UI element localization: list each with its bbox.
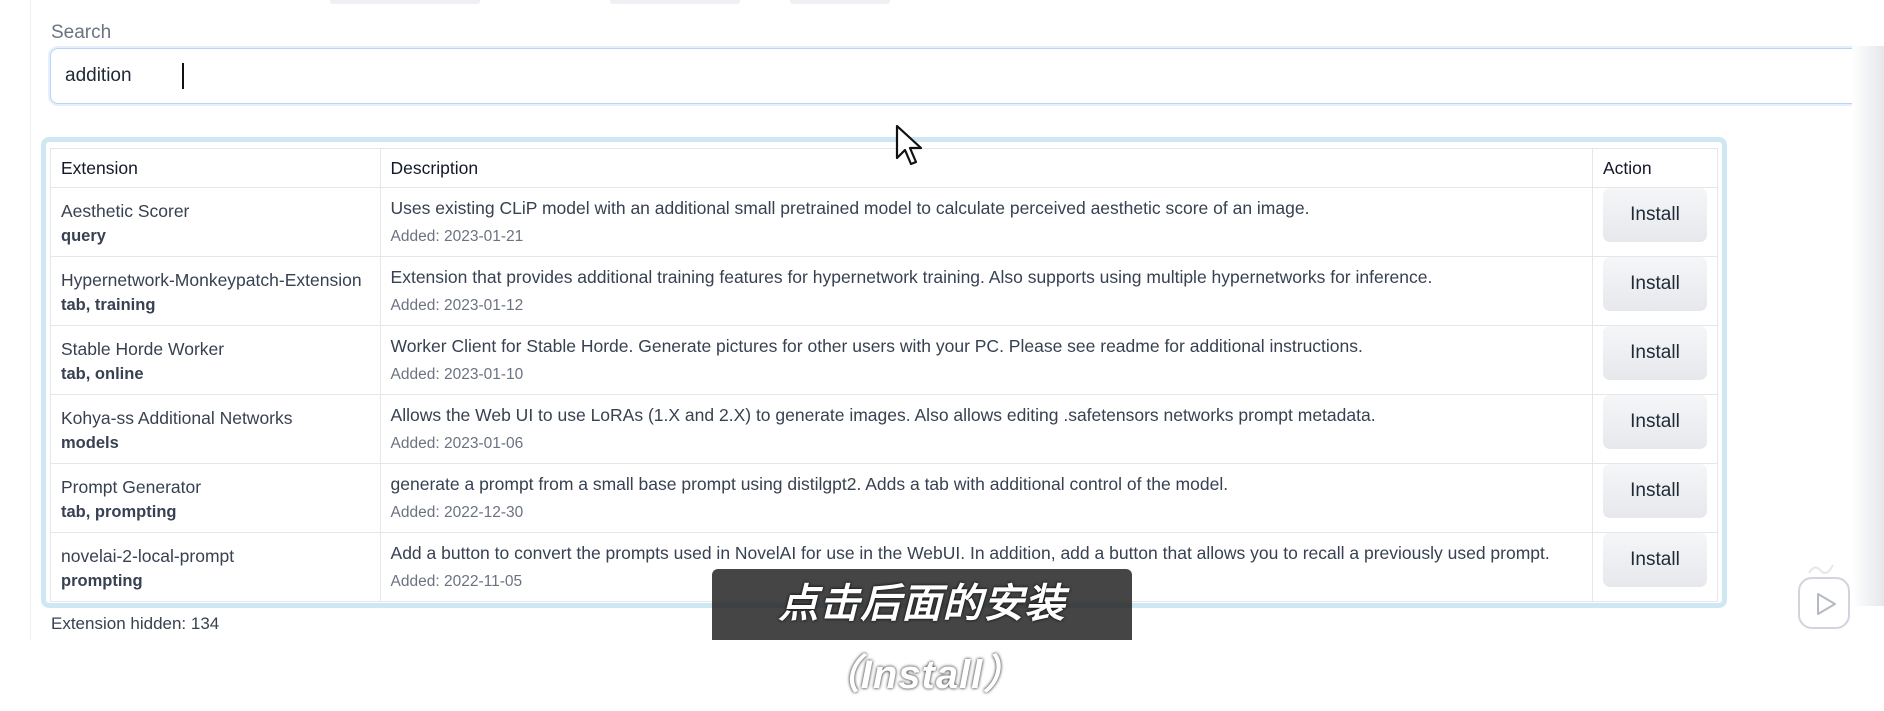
action-cell: Install: [1591, 256, 1719, 326]
added-date: Added: 2023-01-06: [390, 435, 524, 452]
video-subtitle: 点击后面的安装（Install）: [712, 569, 1132, 697]
extension-cell: Stable Horde Worker tab, online: [50, 325, 381, 395]
extension-cell: Prompt Generator tab, prompting: [50, 463, 381, 533]
install-button[interactable]: Install: [1602, 326, 1707, 380]
install-button[interactable]: Install: [1602, 464, 1707, 518]
top-tab-remnant: [610, 0, 740, 4]
install-button[interactable]: Install: [1602, 188, 1707, 242]
table-row: Prompt Generator tab, prompting generate…: [50, 463, 1719, 533]
play-button[interactable]: [1798, 577, 1850, 629]
added-date: Added: 2023-01-12: [390, 297, 524, 314]
top-tab-remnant: [330, 0, 480, 4]
description-cell: Extension that provides additional train…: [379, 256, 1593, 326]
description-cell: Allows the Web UI to use LoRAs (1.X and …: [379, 394, 1593, 464]
extension-name[interactable]: Aesthetic Scorer: [61, 201, 370, 222]
description-cell: generate a prompt from a small base prom…: [379, 463, 1593, 533]
extension-name[interactable]: Hypernetwork-Monkeypatch-Extension: [61, 270, 370, 291]
extension-description: Extension that provides additional train…: [390, 267, 1433, 287]
install-button[interactable]: Install: [1602, 533, 1707, 587]
extension-description: Worker Client for Stable Horde. Generate…: [390, 336, 1363, 356]
header-extension: Extension: [50, 148, 381, 188]
extension-description: generate a prompt from a small base prom…: [390, 474, 1229, 494]
extension-cell: Aesthetic Scorer query: [50, 187, 381, 257]
extension-cell: Hypernetwork-Monkeypatch-Extension tab, …: [50, 256, 381, 326]
extension-name[interactable]: novelai-2-local-prompt: [61, 546, 370, 567]
hidden-extensions-count: Extension hidden: 134: [51, 614, 220, 633]
right-edge-scroll-area: [1852, 46, 1884, 606]
extension-tags: prompting: [61, 572, 143, 590]
extension-description: Add a button to convert the prompts used…: [390, 543, 1550, 563]
action-cell: Install: [1591, 394, 1719, 464]
table-row: Stable Horde Worker tab, online Worker C…: [50, 325, 1719, 395]
extension-tags: tab, training: [61, 296, 156, 314]
install-button[interactable]: Install: [1602, 257, 1707, 311]
play-icon: [1817, 593, 1836, 615]
action-cell: Install: [1591, 532, 1719, 602]
added-date: Added: 2022-12-30: [390, 504, 524, 521]
description-cell: Uses existing CLiP model with an additio…: [379, 187, 1593, 257]
action-cell: Install: [1591, 463, 1719, 533]
extension-cell: novelai-2-local-prompt prompting: [50, 532, 381, 602]
text-caret: [182, 63, 184, 89]
header-description: Description: [379, 148, 1593, 188]
extension-cell: Kohya-ss Additional Networks models: [50, 394, 381, 464]
extension-name[interactable]: Stable Horde Worker: [61, 339, 370, 360]
decor-squiggle-icon: [1808, 564, 1834, 574]
added-date: Added: 2023-01-21: [390, 228, 524, 245]
table-row: Kohya-ss Additional Networks models Allo…: [50, 394, 1719, 464]
search-box[interactable]: [50, 48, 1884, 104]
added-date: Added: 2023-01-10: [390, 366, 524, 383]
header-action: Action: [1591, 148, 1719, 188]
table-row: Aesthetic Scorer query Uses existing CLi…: [50, 187, 1719, 257]
extension-tags: models: [61, 434, 119, 452]
install-button[interactable]: Install: [1602, 395, 1707, 449]
table-header-row: Extension Description Action: [50, 148, 1719, 188]
mouse-pointer-icon: [895, 124, 923, 166]
action-cell: Install: [1591, 187, 1719, 257]
extension-tags: query: [61, 227, 106, 245]
search-input[interactable]: [65, 65, 1565, 87]
description-cell: Worker Client for Stable Horde. Generate…: [379, 325, 1593, 395]
top-tab-remnant: [790, 0, 890, 4]
page-gutter-line: [30, 0, 31, 640]
table-row: Hypernetwork-Monkeypatch-Extension tab, …: [50, 256, 1719, 326]
extension-description: Allows the Web UI to use LoRAs (1.X and …: [390, 405, 1376, 425]
action-cell: Install: [1591, 325, 1719, 395]
extension-description: Uses existing CLiP model with an additio…: [390, 198, 1310, 218]
extension-tags: tab, prompting: [61, 503, 177, 521]
extension-name[interactable]: Kohya-ss Additional Networks: [61, 408, 370, 429]
extensions-table: Extension Description Action Aesthetic S…: [50, 148, 1719, 602]
search-label: Search: [51, 22, 112, 43]
extension-name[interactable]: Prompt Generator: [61, 477, 370, 498]
extension-tags: tab, online: [61, 365, 144, 383]
